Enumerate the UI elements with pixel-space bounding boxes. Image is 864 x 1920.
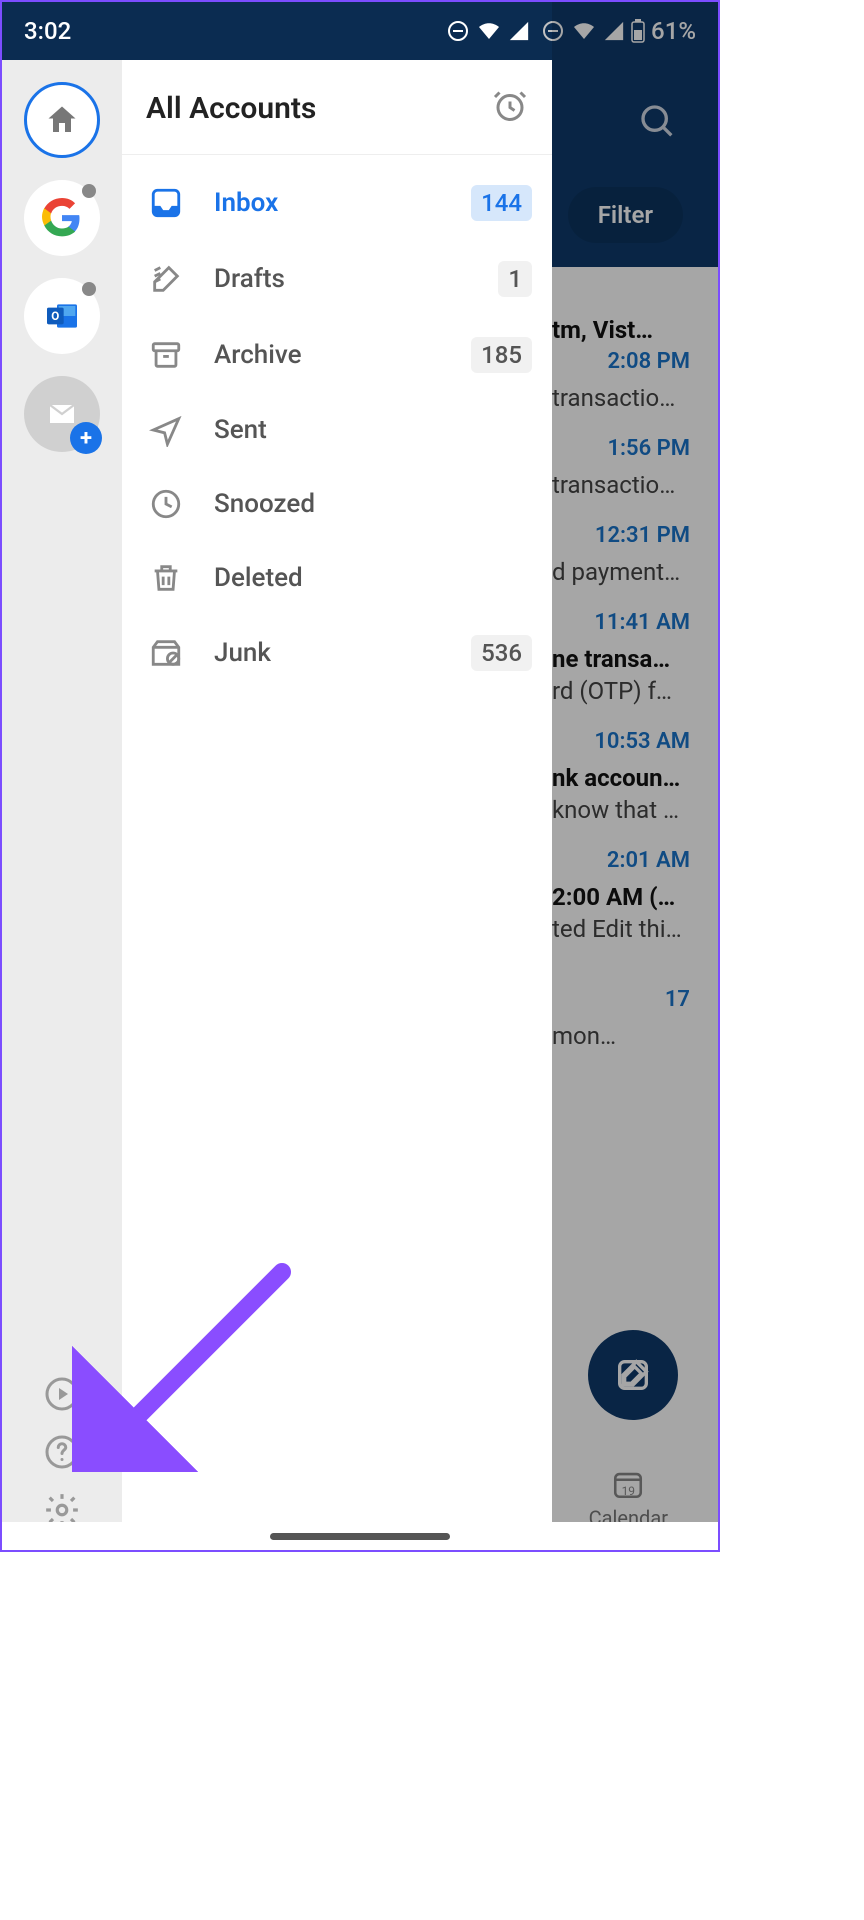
folder-label: Sent (214, 415, 532, 445)
folder-label: Archive (214, 340, 443, 370)
home-indicator (270, 1533, 450, 1540)
folder-label: Drafts (214, 264, 470, 294)
home-icon (44, 102, 80, 138)
drafts-icon (149, 262, 183, 296)
folder-deleted[interactable]: Deleted (122, 541, 552, 615)
help-icon (44, 1434, 80, 1470)
folder-label: Inbox (214, 188, 443, 218)
alarm-icon (492, 88, 528, 124)
svg-text:O: O (51, 309, 59, 323)
plus-icon: + (70, 422, 102, 454)
folder-list: Inbox 144 Drafts 1 Archive 185 Sent Snoo… (122, 155, 552, 691)
notification-dot (82, 282, 96, 296)
outlook-account-button[interactable]: O (24, 278, 100, 354)
folder-snoozed[interactable]: Snoozed (122, 467, 552, 541)
folder-label: Junk (214, 638, 443, 668)
play-icon (44, 1376, 80, 1412)
drawer-main: All Accounts Inbox 144 Drafts 1 Archive … (122, 60, 552, 1550)
folder-count: 1 (498, 261, 532, 297)
folder-count: 536 (471, 635, 532, 671)
archive-icon (149, 338, 183, 372)
folder-label: Deleted (214, 563, 532, 593)
trash-icon (149, 561, 183, 595)
drawer-title: All Accounts (146, 91, 316, 126)
status-time: 3:02 (24, 17, 71, 45)
navigation-drawer: O + All Accounts (2, 60, 552, 1550)
notification-dot (82, 184, 96, 198)
drawer-scrim[interactable] (552, 2, 718, 1550)
drawer-header: All Accounts (122, 60, 552, 155)
dnd-icon (446, 19, 470, 43)
google-account-button[interactable] (24, 180, 100, 256)
play-button[interactable] (42, 1374, 82, 1414)
add-account-button[interactable]: + (24, 376, 100, 452)
folder-drafts[interactable]: Drafts 1 (122, 241, 552, 317)
junk-icon (149, 636, 183, 670)
status-bar: 3:02 (2, 2, 552, 60)
inbox-icon (149, 186, 183, 220)
dnd-settings-button[interactable] (492, 88, 528, 128)
home-account-button[interactable] (24, 82, 100, 158)
snoozed-icon (149, 487, 183, 521)
folder-sent[interactable]: Sent (122, 393, 552, 467)
folder-count: 185 (471, 337, 532, 373)
folder-count: 144 (471, 185, 532, 221)
wifi-icon (476, 19, 502, 43)
account-rail: O + (2, 60, 122, 1550)
outlook-icon: O (42, 296, 82, 336)
folder-inbox[interactable]: Inbox 144 (122, 165, 552, 241)
folder-archive[interactable]: Archive 185 (122, 317, 552, 393)
folder-label: Snoozed (214, 489, 532, 519)
signal-icon (508, 20, 530, 42)
help-button[interactable] (42, 1432, 82, 1472)
google-icon (42, 198, 82, 238)
folder-junk[interactable]: Junk 536 (122, 615, 552, 691)
sent-icon (149, 413, 183, 447)
